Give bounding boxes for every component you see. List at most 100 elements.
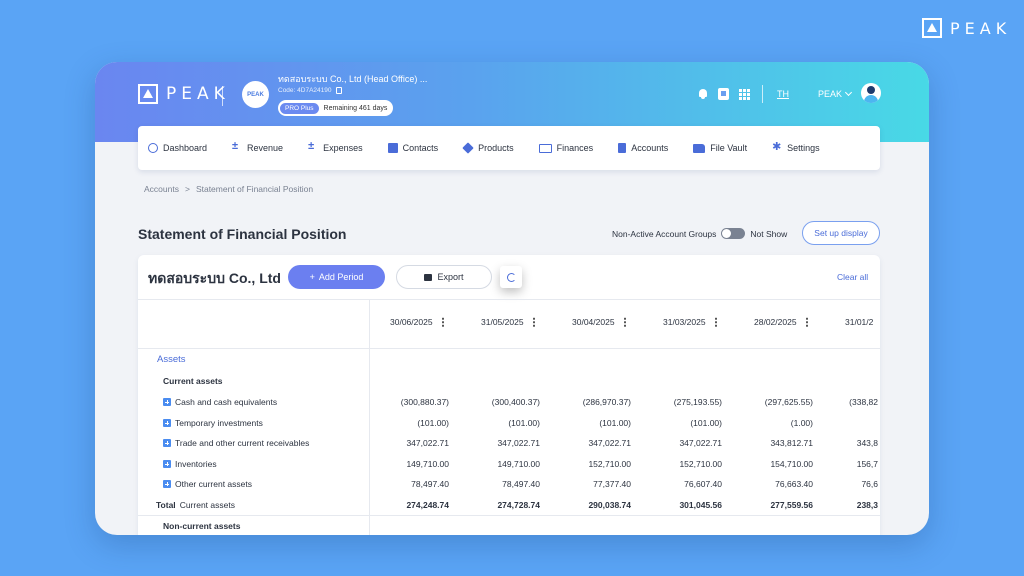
more-vert-icon[interactable] xyxy=(532,317,535,327)
table-cell: 343,8 xyxy=(856,438,878,448)
row-label: Temporary investments xyxy=(175,418,263,428)
bell-icon[interactable] xyxy=(698,88,708,100)
clear-all-link[interactable]: Clear all xyxy=(837,272,868,282)
table-cell: 76,607.40 xyxy=(684,479,722,489)
nav-label: Finances xyxy=(556,143,594,153)
page-title: Statement of Financial Position xyxy=(138,226,347,242)
nav-label: Accounts xyxy=(631,143,669,153)
table-cell: (286,970.37) xyxy=(582,397,631,407)
date-column-header[interactable]: 30/06/2025 xyxy=(390,317,444,327)
add-period-label: Add Period xyxy=(318,272,364,282)
date-column-header[interactable]: 31/03/2025 xyxy=(663,317,717,327)
products-icon xyxy=(462,142,474,154)
row-label: Other current assets xyxy=(175,479,253,489)
table-cell: 347,022.71 xyxy=(588,438,631,448)
date-label: 30/06/2025 xyxy=(390,317,433,327)
group-noncurrent-assets: Non-current assets xyxy=(163,521,241,531)
more-vert-icon[interactable] xyxy=(805,317,808,327)
plus-icon: + xyxy=(309,272,315,282)
refresh-button[interactable] xyxy=(500,266,522,288)
apps-grid-icon[interactable] xyxy=(739,88,750,100)
app-logo[interactable]: PEAK xyxy=(138,84,230,104)
expand-icon[interactable] xyxy=(163,480,171,488)
card-company-name: ทดสอบระบบ Co., Ltd xyxy=(148,270,281,286)
folder-icon xyxy=(693,143,706,153)
table-cell: (101.00) xyxy=(599,418,631,428)
more-vert-icon[interactable] xyxy=(441,317,444,327)
expand-icon[interactable] xyxy=(163,419,171,427)
add-period-button[interactable]: + Add Period xyxy=(288,265,385,289)
table-row[interactable]: Trade and other current receivables xyxy=(163,438,309,448)
corner-logo: PEAK xyxy=(922,18,1011,38)
nav-expenses[interactable]: Expenses xyxy=(308,140,363,153)
date-label: 28/02/2025 xyxy=(754,317,797,327)
book-icon[interactable] xyxy=(718,88,729,100)
dashboard-icon xyxy=(148,143,158,153)
breadcrumb-current: Statement of Financial Position xyxy=(195,184,314,194)
table-cell: (101.00) xyxy=(508,418,540,428)
total-cell: 290,038.74 xyxy=(588,500,631,510)
table-cell: 347,022.71 xyxy=(679,438,722,448)
table-cell: (300,400.37) xyxy=(491,397,540,407)
nav-label: File Vault xyxy=(710,143,748,153)
company-code: Code: 4D7A24190 xyxy=(278,87,342,94)
user-menu[interactable]: PEAK xyxy=(818,88,853,99)
expand-icon[interactable] xyxy=(163,460,171,468)
main-nav: Dashboard Revenue Expenses Contacts Prod… xyxy=(138,126,880,170)
breadcrumb-parent[interactable]: Accounts xyxy=(144,184,179,194)
nav-dashboard[interactable]: Dashboard xyxy=(148,143,207,153)
table-row[interactable]: Inventories xyxy=(163,459,217,469)
non-active-toggle[interactable] xyxy=(721,228,746,239)
table-cell: 77,377.40 xyxy=(593,479,631,489)
row-label: Trade and other current receivables xyxy=(175,438,310,448)
language-switch[interactable]: TH xyxy=(777,89,789,99)
expenses-icon xyxy=(308,140,318,153)
total-cell: 238,3 xyxy=(856,500,878,510)
table-row[interactable]: Other current assets xyxy=(163,479,252,489)
total-cell: 301,045.56 xyxy=(679,500,722,510)
nav-products[interactable]: Products xyxy=(462,142,514,154)
nav-finances[interactable]: Finances xyxy=(538,143,594,153)
table-cell: 149,710.00 xyxy=(406,459,449,469)
expand-icon[interactable] xyxy=(163,439,171,447)
contacts-icon xyxy=(387,143,398,153)
date-label: 31/05/2025 xyxy=(481,317,524,327)
company-avatar[interactable]: PEAK xyxy=(242,81,269,108)
copy-icon[interactable] xyxy=(335,87,342,94)
table-cell: 76,6 xyxy=(861,479,878,489)
table-cell: (101.00) xyxy=(690,418,722,428)
date-column-header[interactable]: 30/04/2025 xyxy=(572,317,626,327)
company-name[interactable]: ทดสอบระบบ Co., Ltd (Head Office) ... xyxy=(278,72,427,86)
toggle-state: Not Show xyxy=(750,228,788,239)
table-row[interactable]: Temporary investments xyxy=(163,418,263,428)
total-cell: 274,728.74 xyxy=(497,500,540,510)
date-column-header[interactable]: 31/01/2 xyxy=(845,317,873,327)
breadcrumb-separator: > xyxy=(184,184,190,194)
expand-icon[interactable] xyxy=(163,398,171,406)
header-divider xyxy=(222,86,223,106)
more-vert-icon[interactable] xyxy=(714,317,717,327)
more-vert-icon[interactable] xyxy=(623,317,626,327)
non-active-groups: Non-Active Account Groups Not Show xyxy=(612,228,787,239)
table-cell: 149,710.00 xyxy=(497,459,540,469)
nav-accounts[interactable]: Accounts xyxy=(618,143,668,153)
table-cell: 152,710.00 xyxy=(588,459,631,469)
table-cell: (300,880.37) xyxy=(400,397,449,407)
plan-badge: PRO Plus Remaining 461 days xyxy=(278,100,394,116)
nav-settings[interactable]: Settings xyxy=(772,140,820,153)
breadcrumb: Accounts > Statement of Financial Positi… xyxy=(144,184,313,194)
table-cell: (1.00) xyxy=(790,418,813,428)
nav-revenue[interactable]: Revenue xyxy=(232,140,284,153)
user-avatar[interactable] xyxy=(861,83,881,103)
date-column-header[interactable]: 31/05/2025 xyxy=(481,317,535,327)
nav-label: Dashboard xyxy=(163,143,208,153)
nav-contacts[interactable]: Contacts xyxy=(387,143,438,153)
nav-file-vault[interactable]: File Vault xyxy=(693,143,747,153)
table-cell: 347,022.71 xyxy=(406,438,449,448)
table-row[interactable]: Cash and cash equivalents xyxy=(163,397,277,407)
setup-display-button[interactable]: Set up display xyxy=(802,221,880,245)
plan-remaining: Remaining 461 days xyxy=(323,104,388,112)
export-button[interactable]: Export xyxy=(396,265,492,289)
date-column-header[interactable]: 28/02/2025 xyxy=(754,317,808,327)
nav-label: Revenue xyxy=(247,143,284,153)
